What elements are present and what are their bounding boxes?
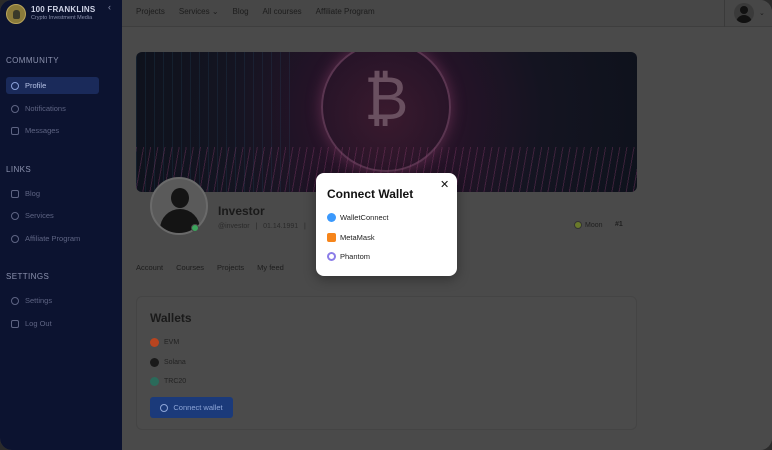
top-nav-links: Projects Services ⌄ Blog All courses Aff… bbox=[136, 7, 375, 16]
modal-title: Connect Wallet bbox=[327, 187, 414, 201]
wallet-option-label: MetaMask bbox=[340, 233, 375, 242]
brand-name: 100 FRANKLINS bbox=[31, 5, 96, 14]
wallet-option-label: WalletConnect bbox=[340, 213, 389, 222]
wallet-item-trc20: TRC20 bbox=[150, 377, 186, 386]
wallet-option-walletconnect[interactable]: WalletConnect bbox=[327, 213, 389, 222]
wallets-title: Wallets bbox=[150, 311, 192, 325]
sidebar-item-profile[interactable]: Profile bbox=[6, 77, 99, 94]
profile-handle: @investor bbox=[218, 223, 250, 230]
sidebar-item-settings[interactable]: Settings bbox=[6, 292, 99, 309]
badge-label: Moon bbox=[585, 221, 603, 229]
brand[interactable]: 100 FRANKLINS Crypto Investment Media bbox=[6, 4, 122, 24]
sidebar-item-label: Notifications bbox=[25, 104, 66, 113]
profile-avatar[interactable] bbox=[150, 177, 208, 235]
sidebar-item-affiliate-program[interactable]: Affiliate Program bbox=[6, 230, 99, 247]
star-icon bbox=[11, 234, 19, 243]
sidebar-item-blog[interactable]: Blog bbox=[6, 185, 99, 202]
profile-name: Investor bbox=[218, 204, 265, 218]
sidebar-section-links: LINKS bbox=[6, 165, 32, 174]
nav-link-all-courses[interactable]: All courses bbox=[263, 7, 302, 16]
user-icon bbox=[11, 81, 19, 90]
phantom-icon bbox=[327, 252, 336, 261]
nav-link-services-label: Services bbox=[178, 7, 210, 16]
nav-link-projects[interactable]: Projects bbox=[136, 7, 165, 16]
app-window: 100 FRANKLINS Crypto Investment Media ‹ … bbox=[0, 0, 772, 450]
sidebar-item-messages[interactable]: Messages bbox=[6, 122, 99, 139]
user-menu[interactable]: ⌄ bbox=[724, 0, 772, 27]
sidebar-item-services[interactable]: Services bbox=[6, 207, 99, 224]
wallet-item-solana: Solana bbox=[150, 358, 186, 367]
bitcoin-icon: ₿ bbox=[364, 64, 409, 134]
chevron-down-icon: ⌄ bbox=[759, 10, 765, 17]
logout-icon bbox=[11, 319, 19, 328]
nav-link-affiliate-program[interactable]: Affiliate Program bbox=[316, 7, 375, 16]
chevron-down-icon: ⌄ bbox=[211, 7, 219, 16]
trc20-icon bbox=[150, 377, 159, 386]
wallet-item-evm: EVM bbox=[150, 338, 179, 347]
profile-banner: ₿ bbox=[136, 52, 637, 192]
tab-account[interactable]: Account bbox=[136, 263, 163, 272]
online-status-icon bbox=[191, 224, 199, 232]
moon-icon bbox=[574, 221, 582, 229]
wallet-label: Solana bbox=[164, 359, 186, 366]
wallets-card: Wallets EVM Solana TRC20 Connect wallet bbox=[136, 296, 637, 430]
sidebar-item-notifications[interactable]: Notifications bbox=[6, 100, 99, 117]
tab-courses[interactable]: Courses bbox=[176, 263, 204, 272]
evm-icon bbox=[150, 338, 159, 347]
tab-projects[interactable]: Projects bbox=[217, 263, 244, 272]
nav-link-services[interactable]: Services ⌄ bbox=[179, 7, 219, 16]
plus-circle-icon bbox=[160, 403, 169, 412]
sidebar-item-label: Settings bbox=[25, 296, 53, 305]
wallet-label: EVM bbox=[164, 339, 180, 346]
sidebar-item-label: Services bbox=[25, 211, 54, 220]
sidebar-section-settings: SETTINGS bbox=[6, 272, 50, 281]
profile-date: 01.14.1991 bbox=[263, 223, 299, 230]
profile-tabs: Account Courses Projects My feed bbox=[136, 263, 284, 272]
walletconnect-icon bbox=[327, 213, 336, 222]
wallet-option-metamask[interactable]: MetaMask bbox=[327, 233, 375, 242]
sidebar-item-label: Log Out bbox=[25, 319, 52, 328]
collapse-sidebar-icon[interactable]: ‹ bbox=[108, 2, 111, 12]
document-icon bbox=[11, 189, 19, 198]
gear-icon bbox=[11, 211, 19, 220]
rank-label: #1 bbox=[615, 221, 623, 228]
wallet-label: TRC20 bbox=[164, 378, 187, 385]
solana-icon bbox=[150, 358, 159, 367]
status-badge: Moon bbox=[574, 221, 603, 229]
connect-wallet-label: Connect wallet bbox=[173, 403, 223, 412]
connect-wallet-button[interactable]: Connect wallet bbox=[150, 397, 233, 418]
bell-icon bbox=[11, 104, 19, 113]
brand-logo bbox=[6, 4, 26, 24]
sidebar: 100 FRANKLINS Crypto Investment Media ‹ … bbox=[0, 0, 122, 450]
sidebar-item-label: Blog bbox=[25, 189, 41, 198]
tab-my-feed[interactable]: My feed bbox=[257, 263, 284, 272]
top-navigation: Projects Services ⌄ Blog All courses Aff… bbox=[122, 0, 772, 27]
nav-link-blog[interactable]: Blog bbox=[233, 7, 249, 16]
wallet-option-phantom[interactable]: Phantom bbox=[327, 252, 370, 261]
sidebar-item-log-out[interactable]: Log Out bbox=[6, 315, 99, 332]
gear-icon bbox=[11, 296, 19, 305]
separator: | bbox=[300, 223, 306, 230]
sidebar-item-label: Affiliate Program bbox=[25, 234, 81, 243]
close-icon[interactable]: ✕ bbox=[440, 178, 449, 191]
mail-icon bbox=[11, 126, 19, 135]
profile-meta: @investor | 01.14.1991 | bbox=[218, 223, 306, 230]
sidebar-item-label: Messages bbox=[25, 126, 60, 135]
wallet-option-label: Phantom bbox=[340, 252, 371, 261]
brand-subtitle: Crypto Investment Media bbox=[31, 15, 93, 21]
sidebar-item-label: Profile bbox=[25, 81, 47, 90]
sidebar-section-community: COMMUNITY bbox=[6, 56, 59, 65]
avatar bbox=[734, 3, 754, 23]
metamask-icon bbox=[327, 233, 336, 242]
separator: | bbox=[251, 223, 262, 230]
connect-wallet-modal: Connect Wallet ✕ WalletConnect MetaMask … bbox=[316, 173, 457, 276]
